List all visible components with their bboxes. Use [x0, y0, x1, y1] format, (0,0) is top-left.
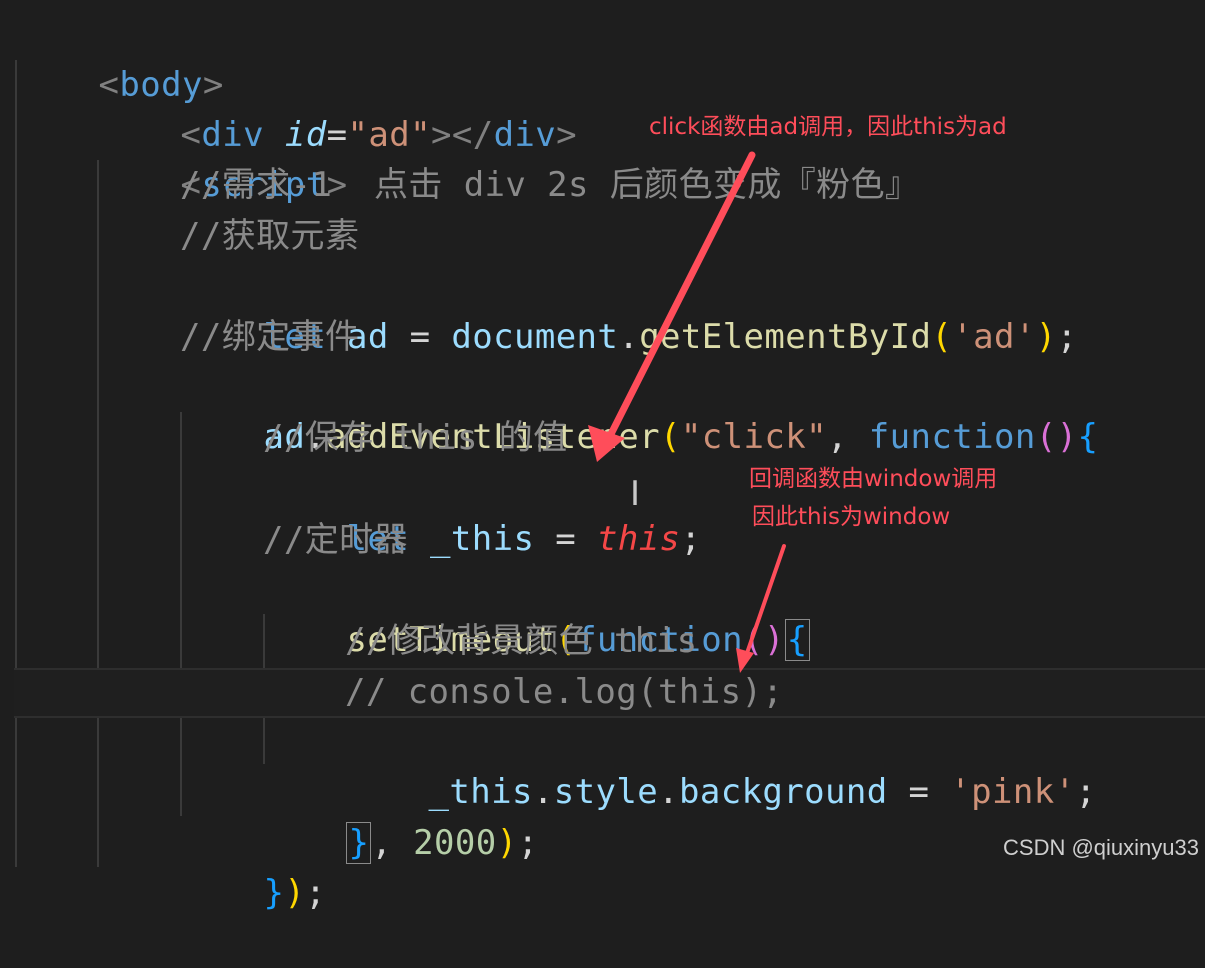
semicolon: ;: [305, 873, 327, 913]
brace: }: [263, 873, 285, 913]
annotation-click-this: click函数由ad调用，因此this为ad: [649, 114, 1007, 140]
watermark: CSDN @qiuxinyu33: [1003, 835, 1199, 860]
annotation-callback-this-line2: 因此this为window: [752, 504, 951, 530]
arrow-to-this-keyword: [588, 151, 756, 462]
annotation-callback-this-line1: 回调函数由window调用: [749, 466, 998, 492]
annotation-arrows: [588, 151, 786, 673]
arrow-to-console-this: [736, 544, 786, 673]
paren: ): [284, 873, 306, 913]
